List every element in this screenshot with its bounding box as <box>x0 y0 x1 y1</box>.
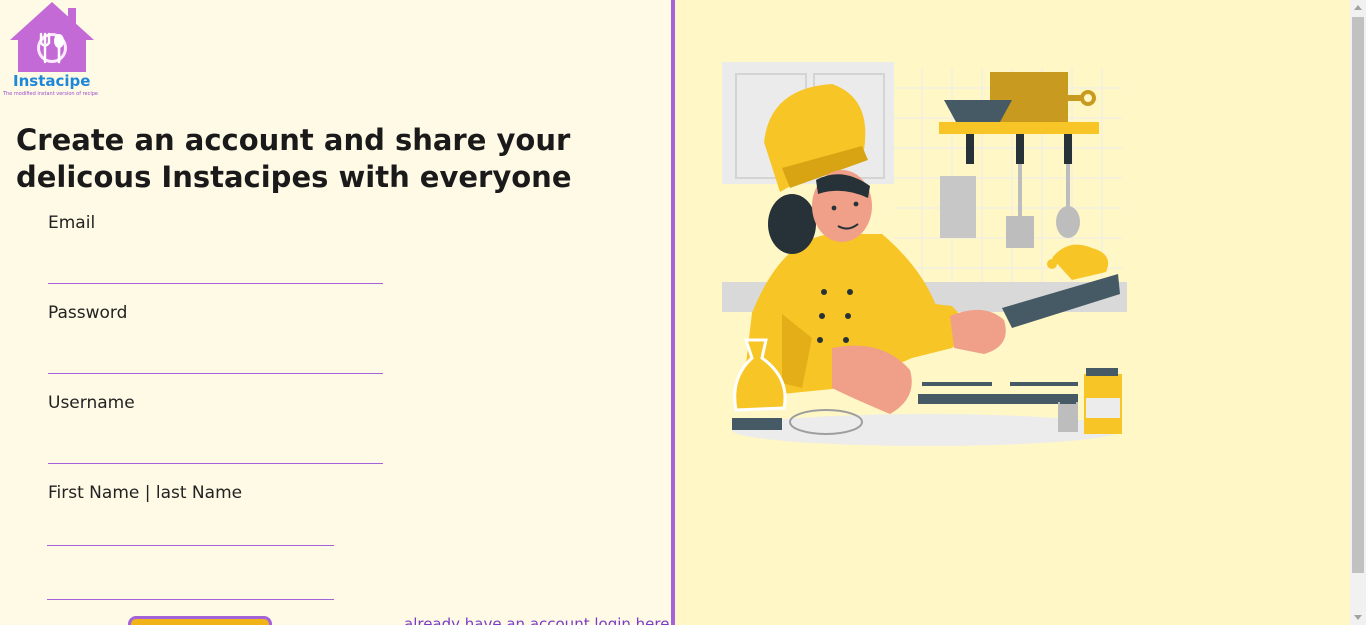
first-name-field[interactable] <box>47 519 334 546</box>
email-field[interactable] <box>48 255 383 284</box>
name-label: First Name | last Name <box>48 483 243 503</box>
brand-tagline: The modified instant version of recipe <box>3 91 98 97</box>
scrollbar-thumb[interactable] <box>1352 17 1364 573</box>
password-field[interactable] <box>48 345 383 374</box>
username-field[interactable] <box>48 435 383 464</box>
signup-button[interactable] <box>128 616 272 625</box>
brand-name: Instacipe <box>13 72 91 90</box>
chef-cooking-illustration <box>722 62 1127 446</box>
last-name-field[interactable] <box>47 573 334 600</box>
scroll-down-icon[interactable] <box>1354 615 1362 620</box>
scroll-up-icon[interactable] <box>1354 5 1362 10</box>
username-label: Username <box>48 393 135 413</box>
signup-panel: Instacipe The modified instant version o… <box>0 0 671 625</box>
password-label: Password <box>48 303 128 323</box>
page-title: Create an account and share your delicou… <box>16 123 572 194</box>
illustration-panel <box>675 0 1350 625</box>
email-label: Email <box>48 213 96 233</box>
login-link[interactable]: already have an account login here <box>404 615 669 625</box>
vertical-scrollbar[interactable] <box>1350 0 1366 625</box>
